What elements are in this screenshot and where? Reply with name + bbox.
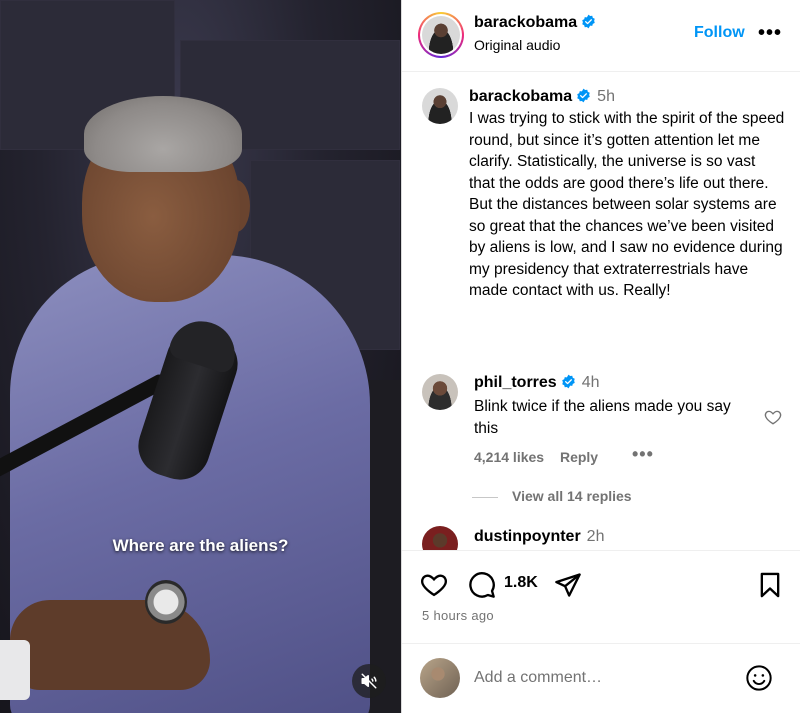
caption-username[interactable]: barackobama 5h <box>469 88 615 106</box>
like-comment-heart-icon[interactable] <box>764 408 782 426</box>
add-comment-bar <box>402 643 800 713</box>
audio-link[interactable]: Original audio <box>474 37 560 53</box>
avatar <box>422 16 460 54</box>
action-bar: 1.8K 5 hours ago <box>402 550 800 636</box>
username-text: phil_torres <box>474 374 557 391</box>
comment-timestamp: 4h <box>581 374 600 391</box>
avatar[interactable] <box>422 88 458 124</box>
avatar[interactable] <box>422 526 458 550</box>
emoji-icon[interactable] <box>745 664 773 692</box>
comment-timestamp: 2h <box>586 528 605 545</box>
verified-badge-icon <box>561 374 575 389</box>
save-bookmark-icon[interactable] <box>756 571 784 599</box>
follow-button[interactable]: Follow <box>694 24 745 42</box>
caption-text: I was trying to stick with the spirit of… <box>469 110 785 299</box>
username-text: barackobama <box>474 14 578 31</box>
speaker-muted-icon <box>361 673 377 689</box>
comment-username[interactable]: dustinpoynter 2h <box>474 528 604 546</box>
comment-count: 1.8K <box>504 574 538 591</box>
view-replies-button[interactable]: View all 14 replies <box>472 488 632 504</box>
comment-item: dustinpoynter 2h <box>402 526 800 550</box>
comment-text: Blink twice if the aliens made you say t… <box>474 398 731 437</box>
post-header: barackobama Original audio Follow ••• <box>402 0 800 72</box>
video-caption: Where are the aliens? <box>112 536 289 555</box>
username-link[interactable]: barackobama <box>474 14 596 32</box>
current-user-avatar <box>420 658 460 698</box>
more-options-icon[interactable]: ••• <box>758 22 782 45</box>
comment-bubble-icon[interactable] <box>468 571 496 599</box>
mute-button[interactable] <box>352 664 386 698</box>
comment-input[interactable] <box>474 666 724 690</box>
avatar[interactable] <box>422 374 458 410</box>
comment-more-icon[interactable]: ••• <box>632 444 654 465</box>
like-heart-icon[interactable] <box>420 571 448 599</box>
username-text: barackobama <box>469 88 573 105</box>
caption-timestamp: 5h <box>597 88 615 105</box>
video-player[interactable]: Where are the aliens? <box>0 0 401 713</box>
post-panel: barackobama Original audio Follow ••• ba… <box>401 0 800 713</box>
wristwatch <box>145 580 187 624</box>
reply-button[interactable]: Reply <box>560 449 598 465</box>
comment-likes[interactable]: 4,214 likes <box>474 449 544 465</box>
person-hair <box>84 96 242 172</box>
share-send-icon[interactable] <box>554 571 582 599</box>
comment-meta: 4,214 likes Reply <box>474 449 610 465</box>
verified-badge-icon <box>582 14 595 29</box>
verified-badge-icon <box>577 88 590 103</box>
post-timestamp[interactable]: 5 hours ago <box>422 608 494 623</box>
comment-username[interactable]: phil_torres 4h <box>474 374 599 392</box>
story-avatar[interactable] <box>418 12 464 58</box>
mug <box>0 640 30 700</box>
username-text: dustinpoynter <box>474 528 581 545</box>
